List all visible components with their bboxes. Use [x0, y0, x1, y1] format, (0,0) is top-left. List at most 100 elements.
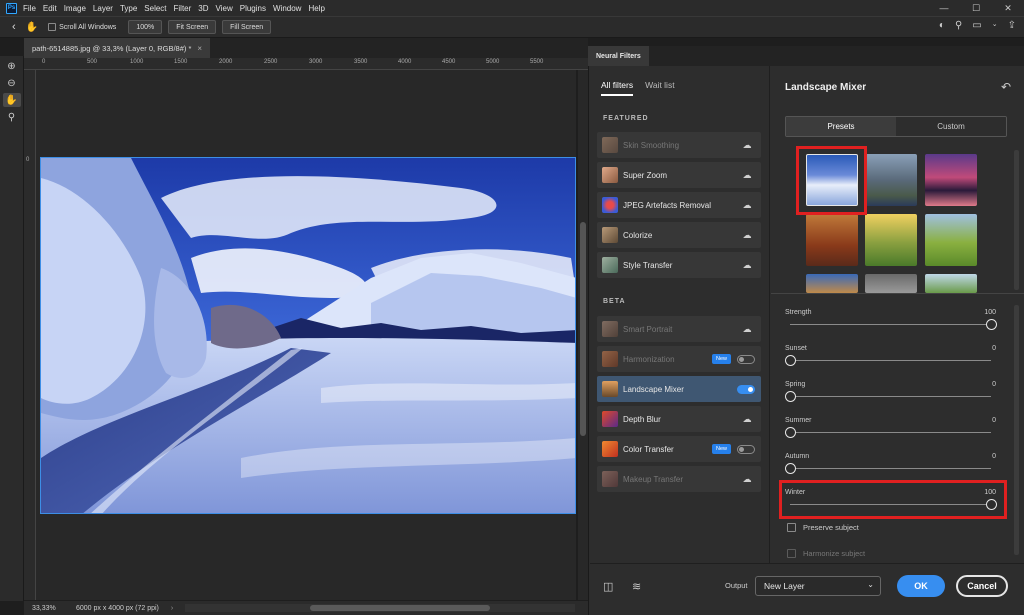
- settings-scrollbar[interactable]: [1014, 305, 1019, 555]
- slider-handle-sunset[interactable]: [784, 355, 796, 366]
- filter-depth-blur[interactable]: Depth Blur ☁: [597, 406, 761, 432]
- menu-3d[interactable]: 3D: [198, 4, 208, 13]
- menu-edit[interactable]: Edit: [43, 4, 57, 13]
- ok-button[interactable]: OK: [897, 575, 945, 597]
- horizontal-scrollbar-thumb[interactable]: [310, 605, 490, 611]
- cloud-download-icon[interactable]: ☁: [740, 140, 754, 151]
- document-image[interactable]: [40, 157, 576, 514]
- menu-filter[interactable]: Filter: [174, 4, 192, 13]
- close-icon[interactable]: ×: [197, 44, 202, 53]
- status-arrow-icon[interactable]: ›: [171, 605, 173, 612]
- preset-green-meadow[interactable]: [925, 214, 977, 266]
- menu-help[interactable]: Help: [308, 4, 324, 13]
- slider-track-sunset[interactable]: [790, 360, 991, 361]
- filter-makeup-transfer[interactable]: Makeup Transfer ☁: [597, 466, 761, 492]
- close-icon[interactable]: ✕: [992, 0, 1024, 16]
- tab-custom[interactable]: Custom: [896, 117, 1006, 136]
- zoom-level[interactable]: 33,33%: [32, 605, 74, 612]
- filter-color-transfer[interactable]: Color Transfer New: [597, 436, 761, 462]
- cloud-download-icon[interactable]: ☁: [740, 170, 754, 181]
- scroll-all-windows-option[interactable]: Scroll All Windows: [48, 23, 116, 31]
- tab-presets[interactable]: Presets: [786, 117, 896, 136]
- minimize-icon[interactable]: —: [928, 0, 960, 16]
- cloud-download-icon[interactable]: ☁: [740, 200, 754, 211]
- menu-plugins[interactable]: Plugins: [240, 4, 266, 13]
- reset-icon[interactable]: ↶: [1001, 80, 1011, 94]
- preset-mountain-lake[interactable]: [865, 154, 917, 206]
- slider-track-autumn[interactable]: [790, 468, 991, 469]
- filter-super-zoom[interactable]: Super Zoom ☁: [597, 162, 761, 188]
- filter-style-transfer[interactable]: Style Transfer ☁: [597, 252, 761, 278]
- back-arrow-icon[interactable]: ‹: [12, 21, 16, 33]
- cloud-download-icon[interactable]: ☁: [740, 414, 754, 425]
- harmonization-thumbnail: [602, 351, 618, 367]
- preserve-subject-checkbox[interactable]: [787, 523, 796, 532]
- preset-sunset-peak[interactable]: [925, 154, 977, 206]
- chevron-down-icon[interactable]: ⌄: [992, 20, 998, 31]
- before-after-icon[interactable]: ◫: [603, 580, 613, 593]
- layers-icon[interactable]: ≋: [632, 580, 641, 593]
- filter-label: Super Zoom: [623, 170, 668, 180]
- preset-partial-1[interactable]: [806, 274, 858, 293]
- menu-type[interactable]: Type: [120, 4, 137, 13]
- fit-screen-button[interactable]: Fit Screen: [168, 20, 217, 34]
- filter-landscape-mixer[interactable]: Landscape Mixer: [597, 376, 761, 402]
- cancel-button[interactable]: Cancel: [956, 575, 1008, 597]
- slider-handle-spring[interactable]: [784, 391, 796, 402]
- harmonization-toggle[interactable]: [737, 354, 755, 364]
- cloud-download-icon[interactable]: ☁: [740, 260, 754, 271]
- slider-handle-strength[interactable]: [985, 319, 997, 330]
- output-select[interactable]: New Layer ⌄: [755, 576, 881, 596]
- hand-tool-icon[interactable]: ✋: [26, 22, 38, 33]
- slider-track-spring[interactable]: [790, 396, 991, 397]
- zoom-in-icon[interactable]: ⊕: [3, 59, 21, 73]
- presets-scrollbar[interactable]: [1014, 150, 1019, 290]
- preset-sunrise-hills[interactable]: [865, 214, 917, 266]
- preset-partial-2[interactable]: [865, 274, 917, 293]
- landscape-mixer-thumbnail: [602, 381, 618, 397]
- menu-file[interactable]: File: [23, 4, 36, 13]
- menu-window[interactable]: Window: [273, 4, 301, 13]
- tab-wait-list[interactable]: Wait list: [645, 80, 674, 96]
- slider-track-summer[interactable]: [790, 432, 991, 433]
- cloud-download-icon[interactable]: ☁: [740, 474, 754, 485]
- zoom-100-button[interactable]: 100%: [128, 20, 163, 34]
- menu-view[interactable]: View: [216, 4, 233, 13]
- filter-label: Style Transfer: [623, 260, 673, 270]
- menu-image[interactable]: Image: [64, 4, 86, 13]
- filter-jpeg-artefacts-removal[interactable]: JPEG Artefacts Removal ☁: [597, 192, 761, 218]
- vertical-scrollbar-thumb[interactable]: [580, 222, 586, 436]
- ruler-tick: 2000: [219, 59, 233, 65]
- filter-smart-portrait[interactable]: Smart Portrait ☁: [597, 316, 761, 342]
- color-transfer-toggle[interactable]: [737, 444, 755, 454]
- neural-filters-title[interactable]: Neural Filters: [588, 46, 649, 66]
- slider-handle-summer[interactable]: [784, 427, 796, 438]
- share-icon[interactable]: ◐: [939, 20, 945, 31]
- slider-handle-autumn[interactable]: [784, 463, 796, 474]
- workspace-icon[interactable]: ▭: [972, 20, 981, 31]
- slider-track-strength[interactable]: [790, 324, 991, 325]
- tab-all-filters[interactable]: All filters: [601, 80, 634, 96]
- menu-layer[interactable]: Layer: [93, 4, 113, 13]
- fill-screen-button[interactable]: Fill Screen: [222, 20, 272, 34]
- filter-skin-smoothing[interactable]: Skin Smoothing ☁: [597, 132, 761, 158]
- preset-partial-3[interactable]: [925, 274, 977, 293]
- maximize-icon[interactable]: ☐: [960, 0, 992, 16]
- photoshop-logo-icon[interactable]: Ps: [6, 2, 17, 14]
- scroll-all-windows-checkbox[interactable]: [48, 23, 57, 31]
- zoom-out-icon[interactable]: ⊖: [3, 76, 21, 90]
- landscape-mixer-toggle[interactable]: [737, 384, 755, 394]
- share-export-icon[interactable]: ⇪: [1008, 20, 1016, 31]
- harmonize-subject-checkbox[interactable]: [787, 549, 796, 558]
- filter-colorize[interactable]: Colorize ☁: [597, 222, 761, 248]
- filter-harmonization[interactable]: Harmonization New: [597, 346, 761, 372]
- ruler-tick: 0: [26, 157, 30, 163]
- zoom-tool-icon[interactable]: ⚲: [3, 110, 21, 124]
- cloud-download-icon[interactable]: ☁: [740, 324, 754, 335]
- cloud-download-icon[interactable]: ☁: [740, 230, 754, 241]
- menu-select[interactable]: Select: [144, 4, 166, 13]
- hand-tool-icon[interactable]: ✋: [2, 93, 21, 107]
- preset-canyon[interactable]: [806, 214, 858, 266]
- search-icon[interactable]: ⚲: [955, 20, 962, 31]
- document-tab[interactable]: path-6514885.jpg @ 33,3% (Layer 0, RGB/8…: [24, 38, 211, 58]
